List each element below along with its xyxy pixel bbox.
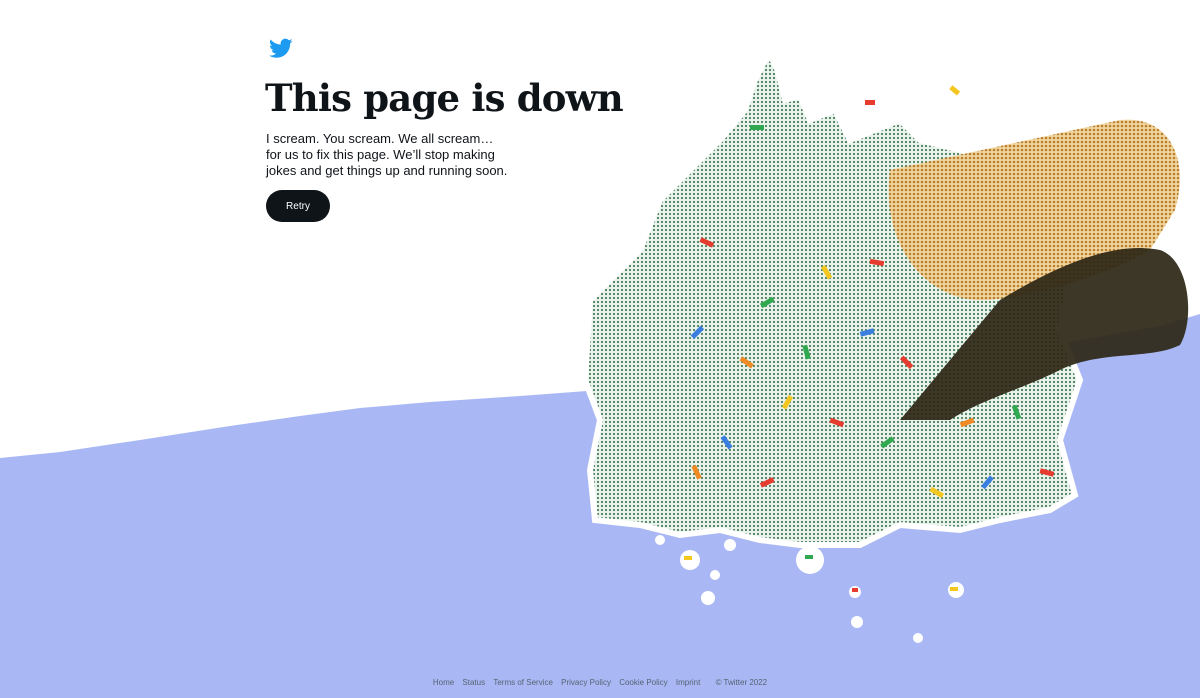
footer: Home Status Terms of Service Privacy Pol… <box>0 678 1200 687</box>
copyright-text: © Twitter 2022 <box>715 678 768 687</box>
footer-link-privacy[interactable]: Privacy Policy <box>561 678 611 687</box>
retry-button[interactable]: Retry <box>266 190 330 222</box>
footer-link-imprint[interactable]: Imprint <box>676 678 700 687</box>
footer-link-home[interactable]: Home <box>433 678 454 687</box>
error-page: This page is down I scream. You scream. … <box>0 0 1200 698</box>
footer-link-status[interactable]: Status <box>462 678 485 687</box>
page-title: This page is down <box>265 76 624 120</box>
footer-link-terms[interactable]: Terms of Service <box>493 678 553 687</box>
footer-link-cookie[interactable]: Cookie Policy <box>619 678 667 687</box>
twitter-bird-icon[interactable] <box>269 36 293 60</box>
error-message: I scream. You scream. We all scream… for… <box>266 131 508 178</box>
